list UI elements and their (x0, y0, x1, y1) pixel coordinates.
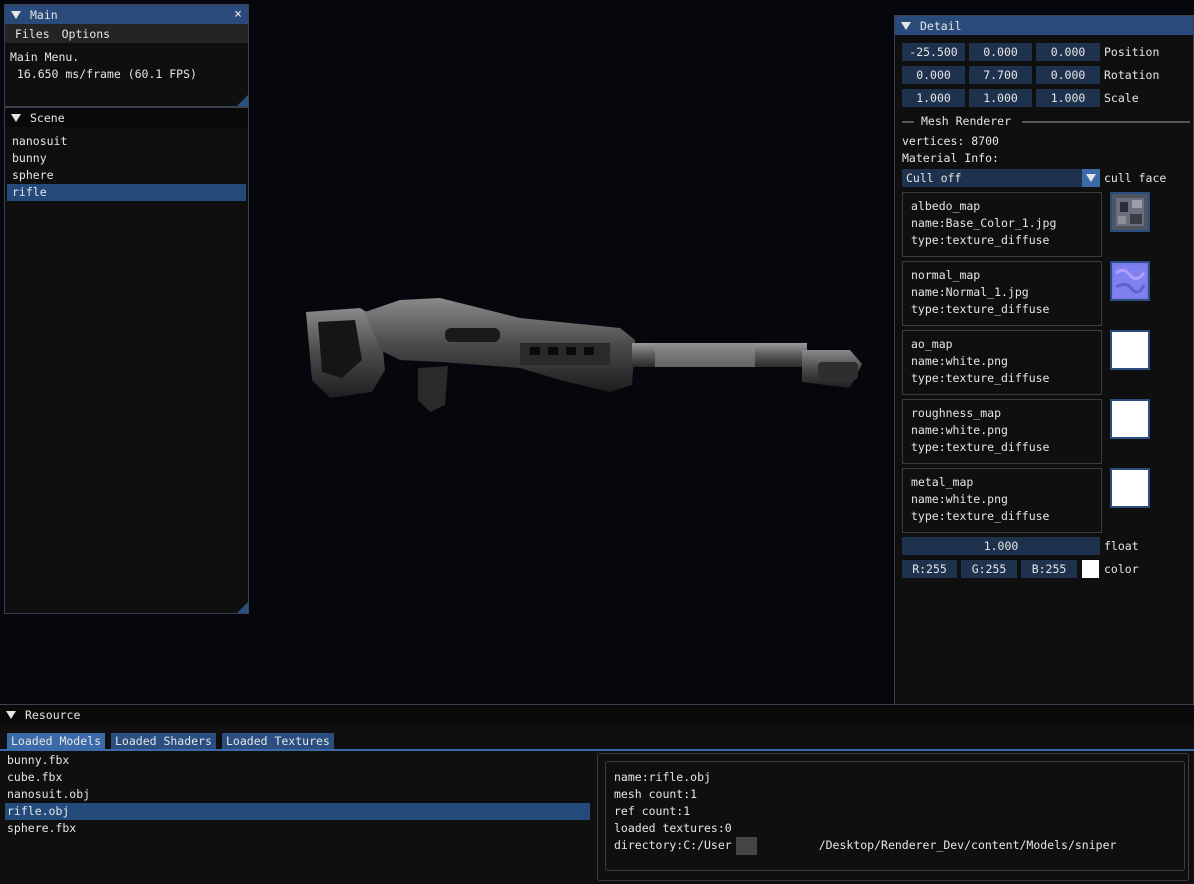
position-x-field[interactable]: -25.500 (902, 43, 965, 61)
color-g-field[interactable]: G:255 (961, 560, 1017, 578)
tab-underline (0, 749, 1194, 751)
material-type: type:texture_diffuse (911, 440, 1050, 454)
directory-suffix: /Desktop/Renderer_Dev/content/Models/sni… (818, 838, 1117, 852)
cull-face-combo[interactable]: Cull off (902, 169, 1100, 187)
main-menubar: Files Options (5, 24, 248, 43)
material-type: type:texture_diffuse (911, 509, 1050, 523)
list-item[interactable]: nanosuit.obj (5, 786, 590, 803)
white-texture-icon[interactable] (1110, 468, 1150, 508)
material-title: albedo_map (911, 199, 981, 213)
white-texture-icon[interactable] (1110, 399, 1150, 439)
list-item[interactable]: bunny.fbx (5, 752, 590, 769)
position-label: Position (1104, 45, 1160, 59)
material-name: name:Normal_1.jpg (911, 285, 1029, 299)
mesh-renderer-header: Mesh Renderer (921, 114, 1012, 128)
white-texture-icon[interactable] (1110, 330, 1150, 370)
scale-x-field[interactable]: 1.000 (902, 89, 965, 107)
cull-face-value: Cull off (906, 171, 962, 185)
resource-window-title: Resource (25, 707, 81, 722)
mesh-count: mesh count:1 (614, 787, 698, 801)
collapse-arrow-icon[interactable] (901, 21, 911, 30)
color-swatch[interactable] (1082, 560, 1099, 578)
main-window-titlebar[interactable]: Main × (5, 5, 248, 24)
scene-window-title: Scene (30, 110, 65, 125)
material-name: name:white.png (911, 354, 1008, 368)
scene-item-sphere[interactable]: sphere (7, 167, 246, 184)
rotation-label: Rotation (1104, 68, 1160, 82)
material-ao-box: ao_map name:white.png type:texture_diffu… (902, 330, 1102, 395)
directory-path: directory:C:/User/Desktop/Renderer_Dev/c… (614, 837, 1184, 855)
menu-options[interactable]: Options (56, 27, 116, 41)
position-z-field[interactable]: 0.000 (1036, 43, 1100, 61)
tab-loaded-textures[interactable]: Loaded Textures (222, 733, 334, 750)
collapse-arrow-icon[interactable] (11, 113, 21, 122)
detail-window-title: Detail (920, 18, 962, 33)
resource-window-titlebar[interactable]: Resource (0, 705, 1194, 724)
redacted-block (735, 837, 757, 855)
detail-window[interactable]: Detail -25.500 0.000 0.000 Position 0.00… (894, 15, 1194, 713)
rotation-y-field[interactable]: 7.700 (969, 66, 1032, 84)
tab-loaded-models[interactable]: Loaded Models (7, 733, 106, 750)
albedo-texture-icon[interactable] (1110, 192, 1150, 232)
tab-loaded-shaders[interactable]: Loaded Shaders (111, 733, 216, 750)
vertices-label: vertices: 8700 (902, 134, 999, 148)
rotation-z-field[interactable]: 0.000 (1036, 66, 1100, 84)
close-icon[interactable]: × (234, 7, 242, 22)
material-title: normal_map (911, 268, 981, 282)
material-name: name:Base_Color_1.jpg (911, 216, 1057, 230)
color-label: color (1104, 562, 1139, 576)
scale-y-field[interactable]: 1.000 (969, 89, 1032, 107)
resize-grip-icon[interactable] (237, 602, 248, 613)
scene-item-nanosuit[interactable]: nanosuit (7, 133, 246, 150)
main-window-title: Main (30, 7, 58, 22)
list-item[interactable]: sphere.fbx (5, 820, 590, 837)
color-b-field[interactable]: B:255 (1021, 560, 1077, 578)
separator-line (1022, 121, 1190, 123)
list-item-selected[interactable]: rifle.obj (5, 803, 590, 820)
model-list: bunny.fbx cube.fbx nanosuit.obj rifle.ob… (5, 752, 590, 837)
model-info-panel: name:rifle.obj mesh count:1 ref count:1 … (605, 761, 1185, 871)
material-type: type:texture_diffuse (911, 233, 1050, 247)
collapse-arrow-icon[interactable] (6, 710, 16, 719)
scene-window[interactable]: Scene nanosuit bunny sphere rifle (4, 107, 249, 614)
float-label: float (1104, 539, 1139, 553)
separator-line (902, 121, 914, 123)
scene-window-titlebar[interactable]: Scene (5, 108, 248, 127)
chevron-down-icon[interactable] (1082, 169, 1100, 187)
ref-count: ref count:1 (614, 804, 691, 818)
color-r-field[interactable]: R:255 (902, 560, 957, 578)
main-menu-label: Main Menu. (10, 50, 80, 64)
menu-files[interactable]: Files (9, 27, 56, 41)
material-title: roughness_map (911, 406, 1002, 420)
scale-label: Scale (1104, 91, 1139, 105)
material-info-label: Material Info: (902, 151, 999, 165)
material-normal-box: normal_map name:Normal_1.jpg type:textur… (902, 261, 1102, 326)
material-roughness-box: roughness_map name:white.png type:textur… (902, 399, 1102, 464)
material-name: name:white.png (911, 423, 1008, 437)
position-y-field[interactable]: 0.000 (969, 43, 1032, 61)
collapse-arrow-icon[interactable] (11, 10, 21, 19)
resize-grip-icon[interactable] (237, 95, 248, 106)
list-item[interactable]: cube.fbx (5, 769, 590, 786)
directory-prefix: directory:C:/User (614, 838, 732, 852)
frame-time-label: 16.650 ms/frame (60.1 FPS) (10, 67, 197, 81)
material-type: type:texture_diffuse (911, 371, 1050, 385)
normal-texture-icon[interactable] (1110, 261, 1150, 301)
material-metal-box: metal_map name:white.png type:texture_di… (902, 468, 1102, 533)
cull-face-label: cull face (1104, 171, 1167, 185)
material-name: name:white.png (911, 492, 1008, 506)
scene-item-bunny[interactable]: bunny (7, 150, 246, 167)
material-type: type:texture_diffuse (911, 302, 1050, 316)
scene-item-rifle[interactable]: rifle (7, 184, 246, 201)
float-field[interactable]: 1.000 (902, 537, 1100, 555)
detail-window-titlebar[interactable]: Detail (895, 16, 1193, 35)
material-albedo-box: albedo_map name:Base_Color_1.jpg type:te… (902, 192, 1102, 257)
rotation-x-field[interactable]: 0.000 (902, 66, 965, 84)
model-name: name:rifle.obj (614, 770, 711, 784)
material-title: metal_map (911, 475, 974, 489)
material-title: ao_map (911, 337, 953, 351)
main-window[interactable]: Main × Files Options Main Menu. 16.650 m… (4, 4, 249, 107)
loaded-textures: loaded textures:0 (614, 821, 732, 835)
scale-z-field[interactable]: 1.000 (1036, 89, 1100, 107)
